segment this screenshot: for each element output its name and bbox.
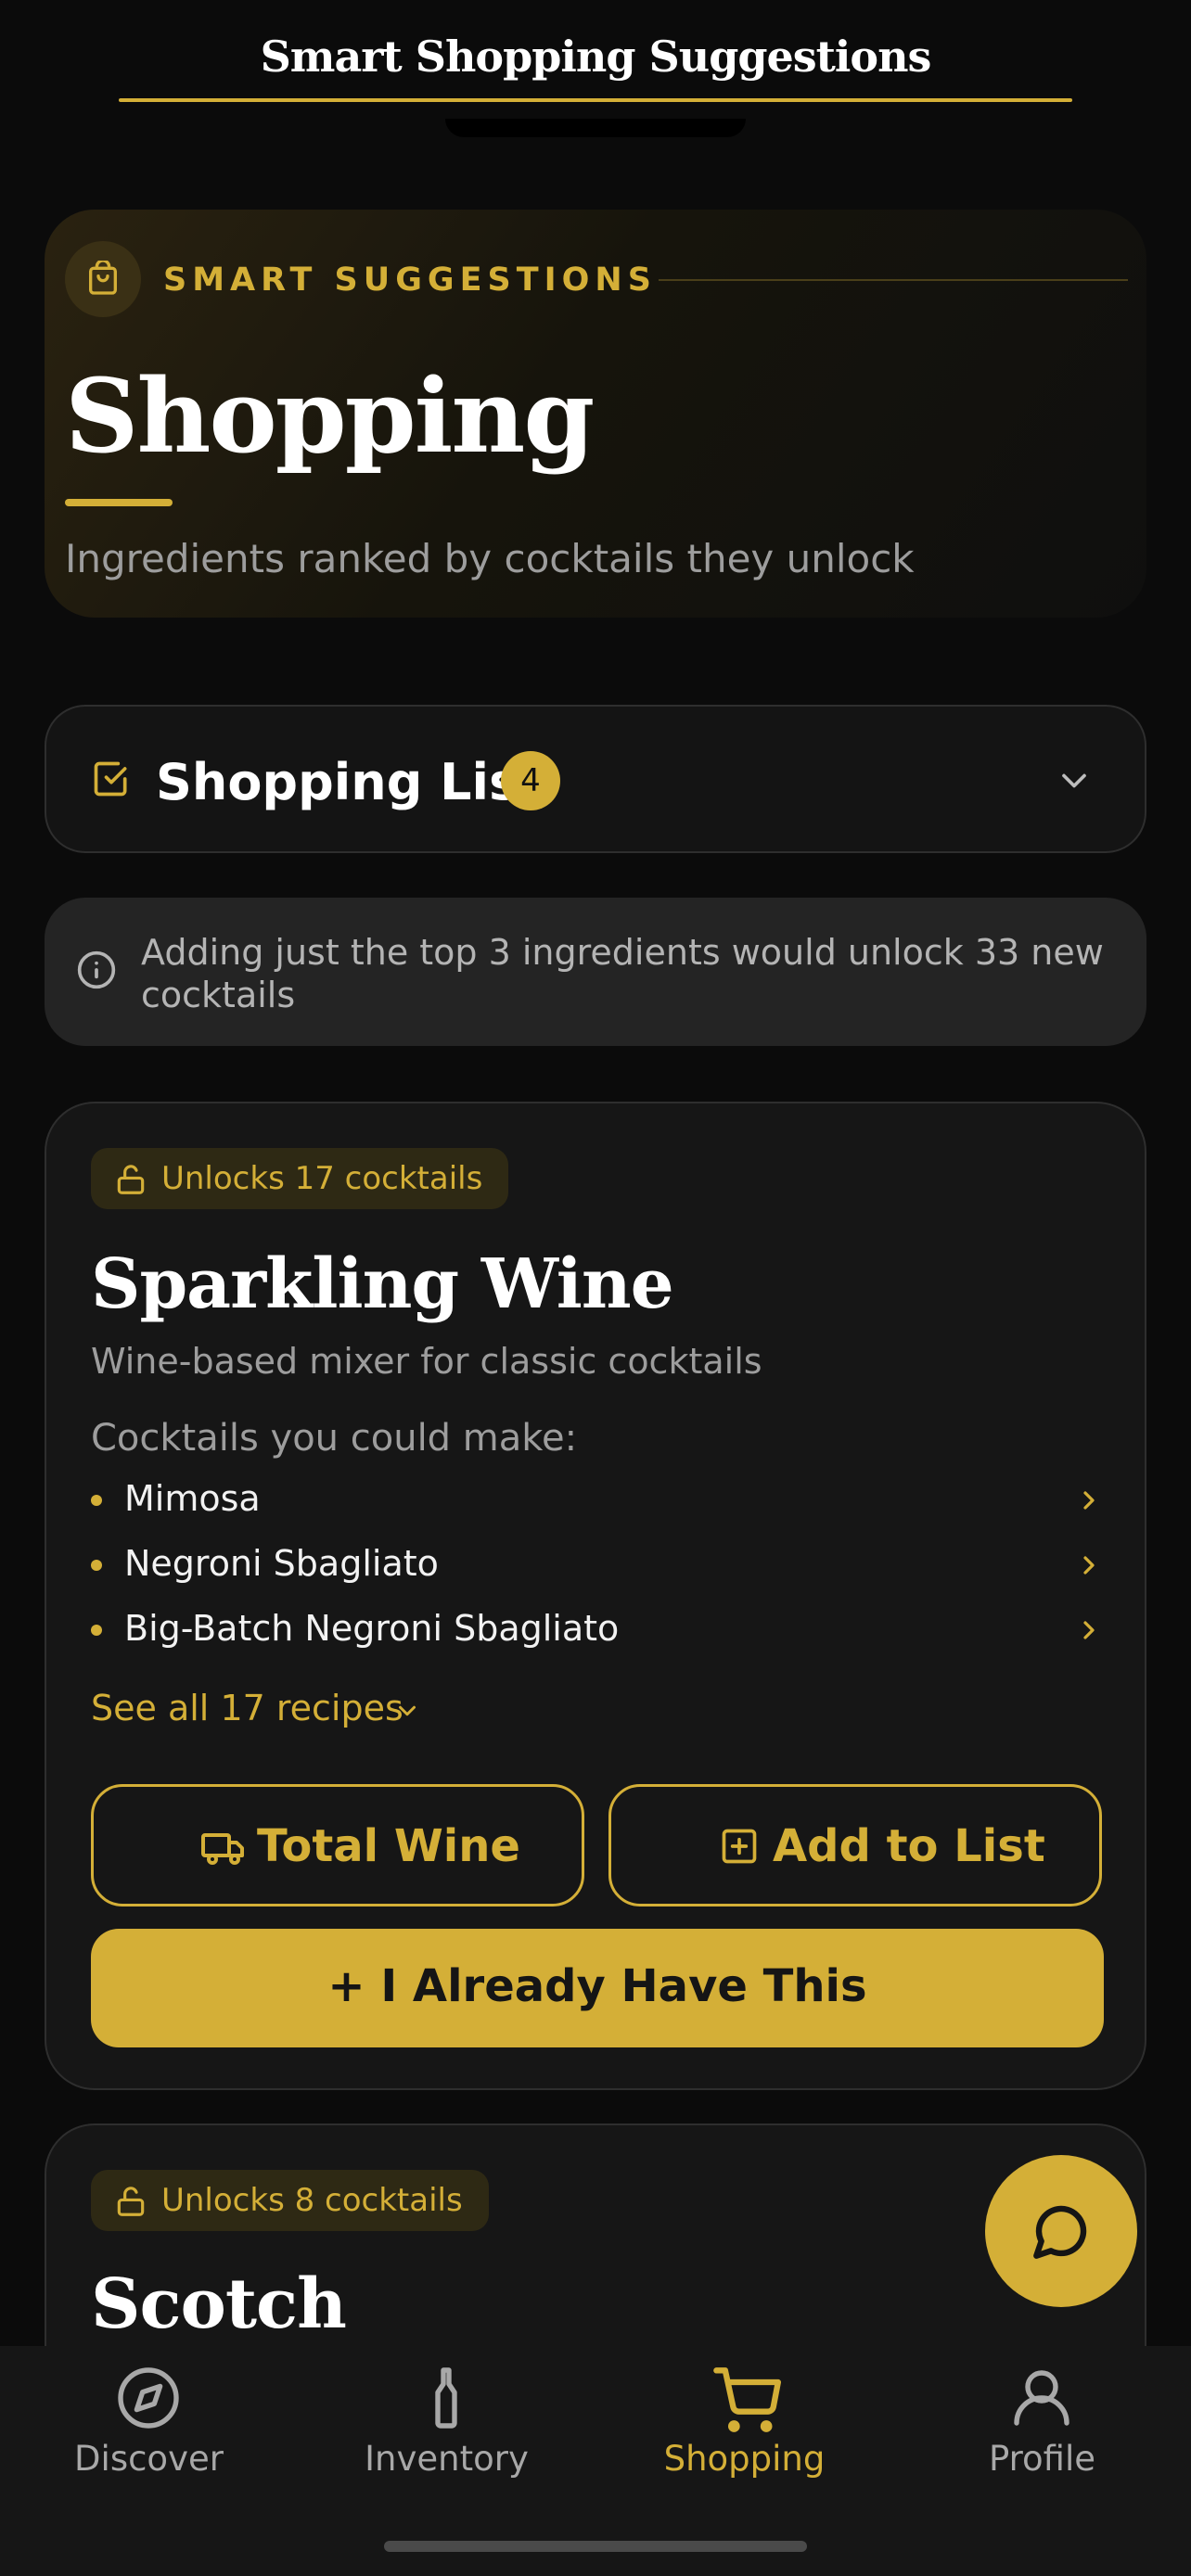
- shopping-bag-icon: [65, 241, 141, 317]
- cocktail-name: Mimosa: [124, 1478, 261, 1519]
- unlocks-badge-label: Unlocks 8 cocktails: [161, 2182, 463, 2219]
- kicker-divider: [659, 279, 1128, 281]
- tab-inventory[interactable]: Inventory: [298, 2346, 596, 2531]
- bullet-dot: [91, 1495, 102, 1506]
- hero-accent-bar: [65, 499, 173, 506]
- shopping-list-title: Shopping List: [156, 753, 544, 811]
- hero-title: Shopping: [65, 356, 595, 476]
- chevron-right-icon: [1083, 1556, 1095, 1575]
- shopping-list-count-badge: 4: [501, 751, 560, 810]
- title-underline: [119, 98, 1072, 102]
- shopping-list-toggle[interactable]: Shopping List 4: [45, 705, 1146, 853]
- bullet-dot: [91, 1625, 102, 1636]
- add-to-list-label: Add to List: [773, 1820, 1045, 1872]
- plus-square-icon: [722, 1829, 757, 1864]
- header-shadow: [445, 119, 746, 137]
- tab-label: Discover: [74, 2439, 224, 2479]
- cart-icon: [713, 2367, 781, 2432]
- chevron-right-icon: [1083, 1491, 1095, 1510]
- already-have-label: + I Already Have This: [327, 1960, 867, 2012]
- ingredient-title: Scotch: [91, 2264, 347, 2344]
- top-bar: Smart Shopping Suggestions: [0, 0, 1191, 139]
- unlocks-badge-label: Unlocks 17 cocktails: [161, 1160, 483, 1197]
- tab-label: Inventory: [365, 2439, 529, 2479]
- cocktail-name: Big-Batch Negroni Sbagliato: [124, 1608, 620, 1649]
- ingredient-card: Unlocks 17 cocktails Sparkling Wine Wine…: [45, 1102, 1146, 2090]
- total-wine-label: Total Wine: [257, 1820, 520, 1872]
- info-icon: [77, 950, 116, 989]
- unlock-icon: [117, 1165, 145, 1194]
- cocktail-item[interactable]: Mimosa: [91, 1471, 1104, 1528]
- ingredient-title: Sparkling Wine: [91, 1244, 674, 1324]
- user-icon: [1014, 2370, 1069, 2426]
- unlock-icon: [117, 2187, 145, 2216]
- cocktail-item[interactable]: Negroni Sbagliato: [91, 1536, 1104, 1593]
- bottle-icon: [435, 2367, 457, 2429]
- hero-subtitle: Ingredients ranked by cocktails they unl…: [65, 536, 915, 581]
- info-banner: Adding just the top 3 ingredients would …: [45, 898, 1146, 1046]
- unlocks-badge: Unlocks 17 cocktails: [91, 1148, 509, 1209]
- hero-kicker: SMART SUGGESTIONS: [163, 261, 657, 299]
- add-to-list-button[interactable]: Add to List: [608, 1784, 1102, 1906]
- chat-button[interactable]: [985, 2155, 1137, 2307]
- hero-section: SMART SUGGESTIONS Shopping Ingredients r…: [45, 210, 1146, 618]
- compass-icon: [118, 2367, 179, 2429]
- total-wine-button[interactable]: Total Wine: [91, 1784, 584, 1906]
- unlocks-badge: Unlocks 8 cocktails: [91, 2170, 489, 2231]
- see-all-recipes-link[interactable]: See all 17 recipes: [91, 1688, 416, 1728]
- cocktail-item[interactable]: Big-Batch Negroni Sbagliato: [91, 1600, 1104, 1658]
- tab-profile[interactable]: Profile: [893, 2346, 1191, 2531]
- see-all-label: See all 17 recipes: [91, 1688, 403, 1728]
- check-square-icon: [94, 761, 127, 797]
- chevron-down-icon: [399, 1705, 416, 1716]
- already-have-button[interactable]: + I Already Have This: [91, 1929, 1104, 2047]
- page-title: Smart Shopping Suggestions: [260, 32, 932, 82]
- bullet-dot: [91, 1560, 102, 1571]
- cocktail-name: Negroni Sbagliato: [124, 1543, 439, 1584]
- chevron-down-icon: [1062, 773, 1086, 788]
- tab-label: Shopping: [663, 2439, 826, 2479]
- tab-discover[interactable]: Discover: [0, 2346, 298, 2531]
- truck-icon: [201, 1833, 244, 1865]
- message-circle-icon: [1033, 2205, 1087, 2259]
- ingredient-description: Wine-based mixer for classic cocktails: [91, 1341, 762, 1382]
- info-text: Adding just the top 3 ingredients would …: [141, 932, 1104, 1015]
- chevron-right-icon: [1083, 1621, 1095, 1639]
- tab-label: Profile: [988, 2439, 1096, 2479]
- tab-shopping[interactable]: Shopping: [596, 2346, 893, 2531]
- cocktails-heading: Cocktails you could make:: [91, 1417, 578, 1460]
- home-indicator: [384, 2541, 807, 2552]
